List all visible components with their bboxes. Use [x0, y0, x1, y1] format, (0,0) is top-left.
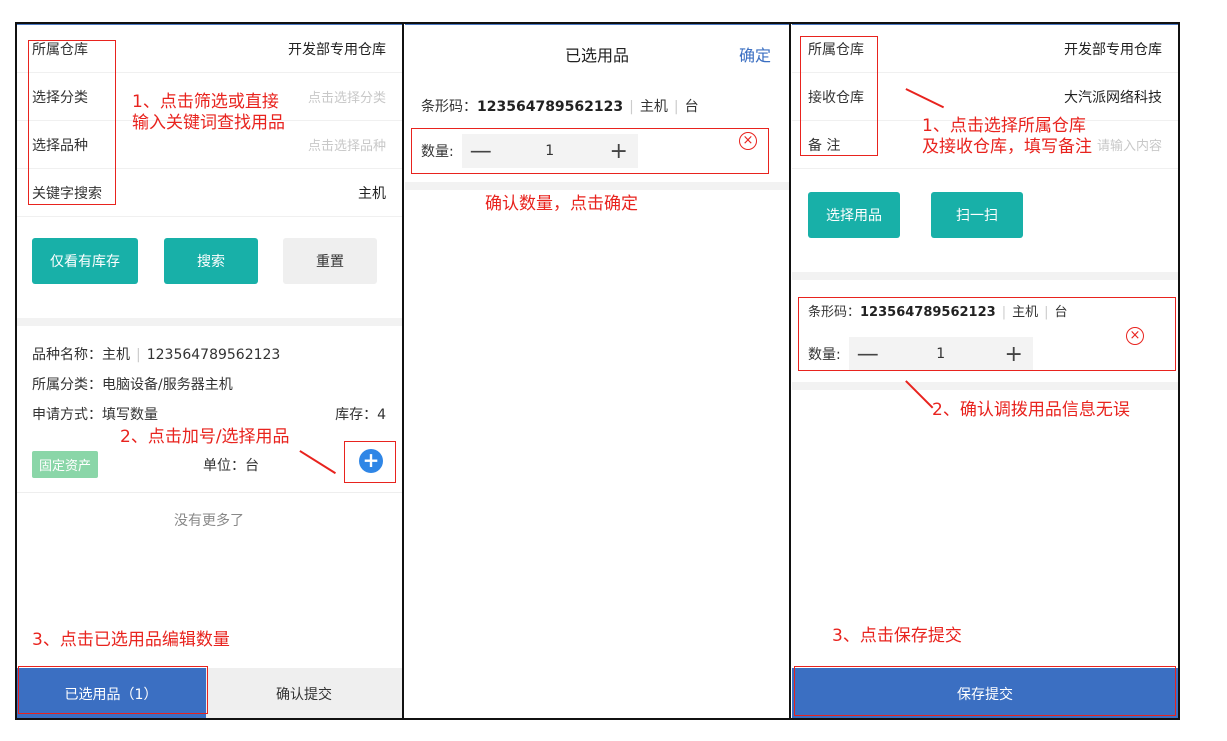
placeholder-variety: 点击选择品种	[307, 139, 386, 154]
divider	[792, 272, 1178, 280]
page-title: 已选用品	[564, 46, 629, 65]
annotation-step2: 2、确认调拨用品信息无误	[932, 400, 1130, 420]
confirm-button[interactable]: 确定	[739, 42, 771, 66]
search-button[interactable]: 搜索	[164, 238, 258, 284]
item-apply-mode: 申请方式：填写数量	[32, 407, 158, 423]
minus-button[interactable]: —	[848, 337, 887, 371]
item-unit: 单位：台	[203, 458, 259, 474]
barcode-label: 条形码：	[808, 305, 861, 320]
confirm-submit-button[interactable]: 确认提交	[206, 668, 402, 720]
bottom-action-bar: 已选用品（1） 确认提交	[16, 668, 402, 720]
plus-button[interactable]: +	[994, 337, 1033, 371]
row-target-warehouse[interactable]: 接收仓库 大汽派网络科技	[792, 73, 1178, 121]
row-warehouse[interactable]: 所属仓库 开发部专用仓库	[16, 25, 402, 73]
annotation-step1-line2: 及接收仓库，填写备注	[922, 137, 1092, 157]
divider	[792, 382, 1178, 390]
label-remark: 备 注	[808, 137, 841, 154]
annotation-step1-line2: 输入关键词查找用品	[132, 113, 285, 133]
quantity-stepper: 数量: — 1 +	[421, 134, 638, 168]
selected-items-button[interactable]: 已选用品（1）	[16, 668, 206, 720]
item-name: 主机	[639, 99, 668, 115]
remark-input[interactable]: 请输入内容	[1097, 135, 1162, 154]
value-source-warehouse: 开发部专用仓库	[1064, 41, 1162, 58]
quantity-stepper: 数量: — 1 +	[808, 337, 1033, 371]
item-name-line: 品种名称：主机 | 123564789562123	[32, 347, 281, 363]
no-more-text: 没有更多了	[174, 513, 244, 529]
fixed-asset-tag: 固定资产	[32, 451, 99, 478]
row-source-warehouse[interactable]: 所属仓库 开发部专用仓库	[792, 25, 1178, 73]
quantity-label: 数量:	[808, 347, 841, 363]
item-code: 123564789562123	[146, 347, 281, 363]
label-source-warehouse: 所属仓库	[808, 41, 864, 58]
panel-search-items: 所属仓库 开发部专用仓库 选择分类 点击选择分类 选择品种 点击选择品种 关键字…	[16, 22, 402, 720]
annotation-step1: 1、点击筛选或直接 输入关键词查找用品	[132, 92, 285, 134]
remove-item-icon[interactable]: ×	[1126, 327, 1144, 345]
annotation-arrow	[299, 450, 337, 474]
panel-selected-items: 已选用品 确定 条形码：123564789562123 | 主机 | 台 数量: — 1…	[405, 22, 789, 720]
item-name: 主机	[1012, 305, 1039, 320]
annotation-confirm-qty: 确认数量，点击确定	[485, 194, 638, 214]
quantity-label: 数量:	[421, 144, 454, 160]
barcode-value: 123564789562123	[860, 305, 996, 320]
add-item-plus-icon[interactable]: +	[359, 449, 383, 473]
annotation-step1: 1、点击选择所属仓库 及接收仓库，填写备注	[922, 116, 1092, 158]
placeholder-category: 点击选择分类	[307, 91, 386, 106]
label-keyword: 关键字搜索	[32, 185, 102, 202]
panel-top-accent	[405, 22, 789, 25]
annotation-step3: 3、点击已选用品编辑数量	[32, 630, 230, 650]
reset-button[interactable]: 重置	[283, 238, 377, 284]
barcode-line: 条形码：123564789562123 | 主机 | 台	[421, 99, 699, 115]
value-warehouse: 开发部专用仓库	[288, 41, 386, 58]
barcode-line: 条形码：123564789562123 | 主机 | 台	[808, 305, 1068, 320]
annotation-step3: 3、点击保存提交	[832, 626, 962, 646]
label-variety: 选择品种	[32, 137, 88, 154]
remove-item-icon[interactable]: ×	[739, 132, 757, 150]
barcode-label: 条形码：	[421, 99, 477, 115]
label-category: 选择分类	[32, 89, 88, 106]
divider	[405, 182, 789, 190]
keyword-input[interactable]: 主机	[358, 183, 386, 203]
label-target-warehouse: 接收仓库	[808, 89, 864, 106]
divider	[16, 492, 402, 493]
annotation-step2: 2、点击加号/选择用品	[120, 427, 290, 447]
item-unit: 台	[1054, 305, 1068, 320]
item-stock: 库存：4	[335, 407, 386, 423]
divider	[16, 318, 402, 326]
panel-transfer-form: 所属仓库 开发部专用仓库 接收仓库 大汽派网络科技 备 注 请输入内容 选择用品…	[792, 22, 1178, 720]
barcode-value: 123564789562123	[477, 99, 624, 115]
plus-button[interactable]: +	[599, 134, 638, 168]
stock-only-button[interactable]: 仅看有库存	[32, 238, 138, 284]
scan-button[interactable]: 扫一扫	[931, 192, 1023, 238]
quantity-input[interactable]: 1	[499, 134, 600, 168]
item-category: 所属分类：电脑设备/服务器主机	[32, 377, 233, 393]
select-item-button[interactable]: 选择用品	[808, 192, 900, 238]
annotation-step1-line1: 1、点击选择所属仓库	[922, 116, 1086, 136]
item-name: 品种名称：主机	[32, 347, 130, 363]
label-warehouse: 所属仓库	[32, 41, 88, 58]
minus-button[interactable]: —	[461, 134, 500, 168]
row-keyword[interactable]: 关键字搜索 主机	[16, 169, 402, 217]
save-submit-button[interactable]: 保存提交	[792, 668, 1178, 720]
quantity-input[interactable]: 1	[886, 337, 995, 371]
annotation-step1-line1: 1、点击筛选或直接	[132, 92, 279, 112]
item-unit: 台	[684, 99, 699, 115]
value-target-warehouse: 大汽派网络科技	[1064, 89, 1162, 106]
